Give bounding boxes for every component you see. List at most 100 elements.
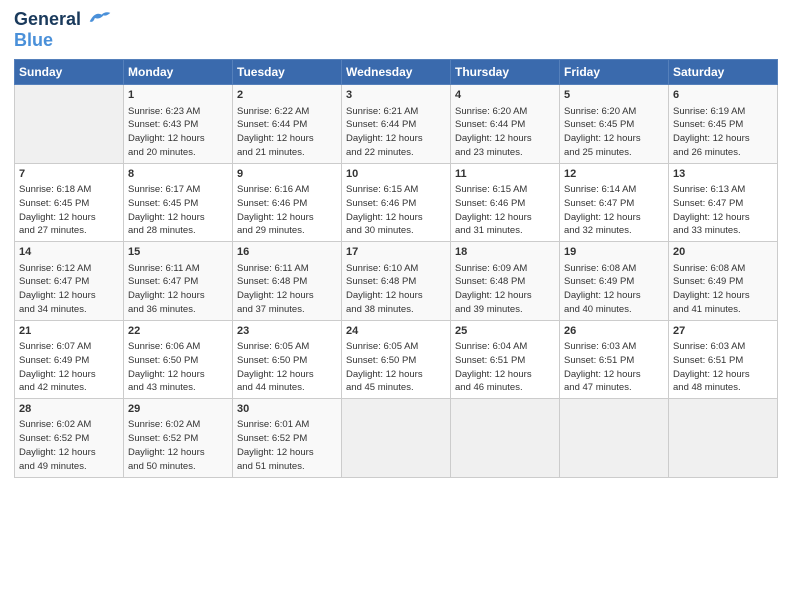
day-info: Sunrise: 6:16 AM Sunset: 6:46 PM Dayligh… (237, 183, 337, 238)
day-info: Sunrise: 6:22 AM Sunset: 6:44 PM Dayligh… (237, 105, 337, 160)
calendar-cell: 28Sunrise: 6:02 AM Sunset: 6:52 PM Dayli… (15, 399, 124, 477)
day-info: Sunrise: 6:13 AM Sunset: 6:47 PM Dayligh… (673, 183, 773, 238)
calendar-cell: 15 Sunrise: 6:11 AM Sunset: 6:47 PM Dayli… (124, 242, 233, 320)
day-number: 8 (128, 167, 228, 182)
day-info: Sunrise: 6:07 AM Sunset: 6:49 PM Dayligh… (19, 340, 119, 395)
calendar-cell: 6 Sunrise: 6:19 AM Sunset: 6:45 PM Daylig… (669, 85, 778, 163)
calendar-cell: 2 Sunrise: 6:22 AM Sunset: 6:44 PM Daylig… (233, 85, 342, 163)
calendar-cell (15, 85, 124, 163)
calendar-cell: 24Sunrise: 6:05 AM Sunset: 6:50 PM Dayli… (342, 320, 451, 398)
day-number: 30 (237, 402, 337, 417)
day-number: 26 (564, 324, 664, 339)
day-number: 20 (673, 245, 773, 260)
day-info: Sunrise: 6:12 AM Sunset: 6:47 PM Dayligh… (19, 262, 119, 317)
calendar-cell (451, 399, 560, 477)
day-number: 15 (128, 245, 228, 260)
calendar-cell: 16 Sunrise: 6:11 AM Sunset: 6:48 PM Dayli… (233, 242, 342, 320)
dow-cell-wednesday: Wednesday (342, 60, 451, 85)
calendar-cell: 11Sunrise: 6:15 AM Sunset: 6:46 PM Dayli… (451, 163, 560, 241)
week-row-1: 1Sunrise: 6:23 AM Sunset: 6:43 PM Daylig… (15, 85, 778, 163)
day-number: 18 (455, 245, 555, 260)
day-info: Sunrise: 6:08 AM Sunset: 6:49 PM Dayligh… (673, 262, 773, 317)
logo-general: General (14, 10, 112, 30)
calendar-cell: 21Sunrise: 6:07 AM Sunset: 6:49 PM Dayli… (15, 320, 124, 398)
day-info: Sunrise: 6:15 AM Sunset: 6:46 PM Dayligh… (455, 183, 555, 238)
calendar-cell: 18 Sunrise: 6:09 AM Sunset: 6:48 PM Dayli… (451, 242, 560, 320)
day-number: 1 (128, 88, 228, 103)
calendar-cell (342, 399, 451, 477)
day-number: 25 (455, 324, 555, 339)
dow-cell-tuesday: Tuesday (233, 60, 342, 85)
calendar-cell: 29Sunrise: 6:02 AM Sunset: 6:52 PM Dayli… (124, 399, 233, 477)
day-number: 11 (455, 167, 555, 182)
calendar-cell: 17 Sunrise: 6:10 AM Sunset: 6:48 PM Dayli… (342, 242, 451, 320)
calendar-cell: 19Sunrise: 6:08 AM Sunset: 6:49 PM Dayli… (560, 242, 669, 320)
day-info: Sunrise: 6:11 AM Sunset: 6:47 PM Dayligh… (128, 262, 228, 317)
day-number: 6 (673, 88, 773, 103)
day-info: Sunrise: 6:03 AM Sunset: 6:51 PM Dayligh… (673, 340, 773, 395)
calendar-cell: 25Sunrise: 6:04 AM Sunset: 6:51 PM Dayli… (451, 320, 560, 398)
calendar-cell: 7Sunrise: 6:18 AM Sunset: 6:45 PM Daylig… (15, 163, 124, 241)
day-number: 28 (19, 402, 119, 417)
dow-cell-friday: Friday (560, 60, 669, 85)
day-number: 9 (237, 167, 337, 182)
dow-cell-sunday: Sunday (15, 60, 124, 85)
day-info: Sunrise: 6:15 AM Sunset: 6:46 PM Dayligh… (346, 183, 446, 238)
day-info: Sunrise: 6:18 AM Sunset: 6:45 PM Dayligh… (19, 183, 119, 238)
day-number: 5 (564, 88, 664, 103)
week-row-5: 28Sunrise: 6:02 AM Sunset: 6:52 PM Dayli… (15, 399, 778, 477)
day-info: Sunrise: 6:11 AM Sunset: 6:48 PM Dayligh… (237, 262, 337, 317)
day-info: Sunrise: 6:08 AM Sunset: 6:49 PM Dayligh… (564, 262, 664, 317)
day-info: Sunrise: 6:01 AM Sunset: 6:52 PM Dayligh… (237, 418, 337, 473)
day-number: 3 (346, 88, 446, 103)
day-number: 4 (455, 88, 555, 103)
day-number: 14 (19, 245, 119, 260)
week-row-4: 21Sunrise: 6:07 AM Sunset: 6:49 PM Dayli… (15, 320, 778, 398)
header: General Blue (14, 10, 778, 51)
day-info: Sunrise: 6:03 AM Sunset: 6:51 PM Dayligh… (564, 340, 664, 395)
day-info: Sunrise: 6:05 AM Sunset: 6:50 PM Dayligh… (346, 340, 446, 395)
day-number: 23 (237, 324, 337, 339)
calendar-cell: 10Sunrise: 6:15 AM Sunset: 6:46 PM Dayli… (342, 163, 451, 241)
day-info: Sunrise: 6:06 AM Sunset: 6:50 PM Dayligh… (128, 340, 228, 395)
day-number: 29 (128, 402, 228, 417)
day-number: 17 (346, 245, 446, 260)
week-row-2: 7Sunrise: 6:18 AM Sunset: 6:45 PM Daylig… (15, 163, 778, 241)
day-number: 2 (237, 88, 337, 103)
day-info: Sunrise: 6:09 AM Sunset: 6:48 PM Dayligh… (455, 262, 555, 317)
day-info: Sunrise: 6:20 AM Sunset: 6:45 PM Dayligh… (564, 105, 664, 160)
day-number: 27 (673, 324, 773, 339)
logo-bird-icon (88, 6, 112, 30)
calendar-cell: 30Sunrise: 6:01 AM Sunset: 6:52 PM Dayli… (233, 399, 342, 477)
calendar-cell: 13Sunrise: 6:13 AM Sunset: 6:47 PM Dayli… (669, 163, 778, 241)
dow-cell-monday: Monday (124, 60, 233, 85)
calendar-cell: 9Sunrise: 6:16 AM Sunset: 6:46 PM Daylig… (233, 163, 342, 241)
calendar-cell (560, 399, 669, 477)
calendar-cell: 23Sunrise: 6:05 AM Sunset: 6:50 PM Dayli… (233, 320, 342, 398)
calendar-table: SundayMondayTuesdayWednesdayThursdayFrid… (14, 59, 778, 477)
dow-cell-thursday: Thursday (451, 60, 560, 85)
day-number: 12 (564, 167, 664, 182)
day-info: Sunrise: 6:19 AM Sunset: 6:45 PM Dayligh… (673, 105, 773, 160)
day-info: Sunrise: 6:10 AM Sunset: 6:48 PM Dayligh… (346, 262, 446, 317)
day-info: Sunrise: 6:04 AM Sunset: 6:51 PM Dayligh… (455, 340, 555, 395)
calendar-cell: 8Sunrise: 6:17 AM Sunset: 6:45 PM Daylig… (124, 163, 233, 241)
week-row-3: 14 Sunrise: 6:12 AM Sunset: 6:47 PM Dayli… (15, 242, 778, 320)
calendar-cell: 26Sunrise: 6:03 AM Sunset: 6:51 PM Dayli… (560, 320, 669, 398)
calendar-cell: 20 Sunrise: 6:08 AM Sunset: 6:49 PM Dayli… (669, 242, 778, 320)
day-info: Sunrise: 6:20 AM Sunset: 6:44 PM Dayligh… (455, 105, 555, 160)
day-number: 7 (19, 167, 119, 182)
day-number: 24 (346, 324, 446, 339)
day-number: 16 (237, 245, 337, 260)
calendar-body: 1Sunrise: 6:23 AM Sunset: 6:43 PM Daylig… (15, 85, 778, 477)
day-info: Sunrise: 6:17 AM Sunset: 6:45 PM Dayligh… (128, 183, 228, 238)
day-number: 10 (346, 167, 446, 182)
logo-blue: Blue (14, 30, 112, 51)
day-number: 13 (673, 167, 773, 182)
dow-cell-saturday: Saturday (669, 60, 778, 85)
logo: General Blue (14, 10, 112, 51)
day-info: Sunrise: 6:02 AM Sunset: 6:52 PM Dayligh… (19, 418, 119, 473)
day-info: Sunrise: 6:14 AM Sunset: 6:47 PM Dayligh… (564, 183, 664, 238)
days-of-week-header: SundayMondayTuesdayWednesdayThursdayFrid… (15, 60, 778, 85)
calendar-cell: 4 Sunrise: 6:20 AM Sunset: 6:44 PM Daylig… (451, 85, 560, 163)
